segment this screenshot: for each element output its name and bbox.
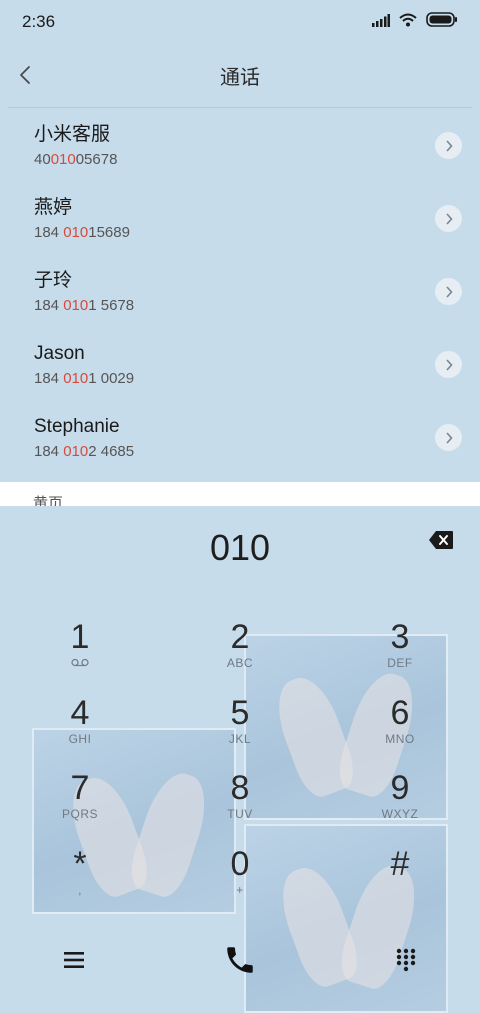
contact-row[interactable]: Stephanie 184 0102 4685 (0, 402, 480, 475)
back-button[interactable] (8, 58, 42, 92)
menu-button[interactable] (49, 935, 99, 985)
contact-list: 小米客服 4001005678 燕婷 184 01015689 子玲 184 0… (0, 110, 480, 475)
signal-icon (372, 12, 390, 32)
status-bar: 2:36 (0, 0, 480, 44)
key-9[interactable]: 9 WXYZ (340, 769, 460, 837)
phone-icon (227, 947, 253, 973)
key-2[interactable]: 2 ABC (180, 618, 300, 686)
page-title: 通话 (220, 66, 260, 89)
contact-name: Jason (34, 343, 85, 364)
chevron-right-icon (445, 431, 453, 444)
chevron-right-icon (445, 285, 453, 298)
section-header: 黄页 (0, 482, 480, 506)
battery-icon (426, 12, 458, 32)
voicemail-icon (71, 658, 89, 667)
contact-number: 184 0101 0029 (34, 370, 135, 387)
dialer-panel: 010 1 2 ABC 3 DEF 4 GHI 5 JKL 6 MNO 7 PQ… (0, 506, 480, 1013)
section-label: 黄页 (33, 495, 64, 506)
backspace-icon (429, 531, 453, 549)
key-1[interactable]: 1 (20, 618, 140, 686)
key-hash[interactable]: # (340, 845, 460, 913)
key-8[interactable]: 8 TUV (180, 769, 300, 837)
contact-detail-button[interactable] (435, 351, 462, 378)
header-divider (8, 107, 472, 108)
wifi-icon (399, 12, 417, 32)
contact-name: Stephanie (34, 416, 120, 437)
menu-icon (64, 952, 84, 968)
contact-detail-button[interactable] (435, 205, 462, 232)
contact-number: 4001005678 (34, 151, 118, 168)
contact-row[interactable]: 子玲 184 0101 5678 (0, 256, 480, 329)
contact-detail-button[interactable] (435, 132, 462, 159)
backspace-button[interactable] (428, 530, 454, 550)
contact-number: 184 01015689 (34, 224, 130, 241)
contact-row[interactable]: 燕婷 184 01015689 (0, 183, 480, 256)
header: 通话 (0, 50, 480, 100)
key-star[interactable]: * , (20, 845, 140, 913)
chevron-right-icon (445, 139, 453, 152)
contact-detail-button[interactable] (435, 278, 462, 305)
key-0[interactable]: 0 + (180, 845, 300, 913)
key-5[interactable]: 5 JKL (180, 694, 300, 762)
status-time: 2:36 (22, 12, 56, 31)
keypad-icon (396, 948, 416, 972)
keypad-toggle-button[interactable] (381, 935, 431, 985)
key-4[interactable]: 4 GHI (20, 694, 140, 762)
key-7[interactable]: 7 PQRS (20, 769, 140, 837)
contact-row[interactable]: Jason 184 0101 0029 (0, 329, 480, 402)
contact-row[interactable]: 小米客服 4001005678 (0, 110, 480, 183)
contact-number: 184 0101 5678 (34, 297, 135, 314)
back-arrow-icon (20, 66, 30, 84)
chevron-right-icon (445, 358, 453, 371)
contact-name: 子玲 (34, 270, 73, 291)
contact-detail-button[interactable] (435, 424, 462, 451)
contact-name: 小米客服 (34, 124, 111, 145)
contact-name: 燕婷 (34, 197, 73, 218)
key-3[interactable]: 3 DEF (340, 618, 460, 686)
key-6[interactable]: 6 MNO (340, 694, 460, 762)
contact-number: 184 0102 4685 (34, 443, 135, 460)
chevron-right-icon (445, 212, 453, 225)
call-button[interactable] (215, 935, 265, 985)
dial-input[interactable]: 010 (0, 526, 480, 570)
